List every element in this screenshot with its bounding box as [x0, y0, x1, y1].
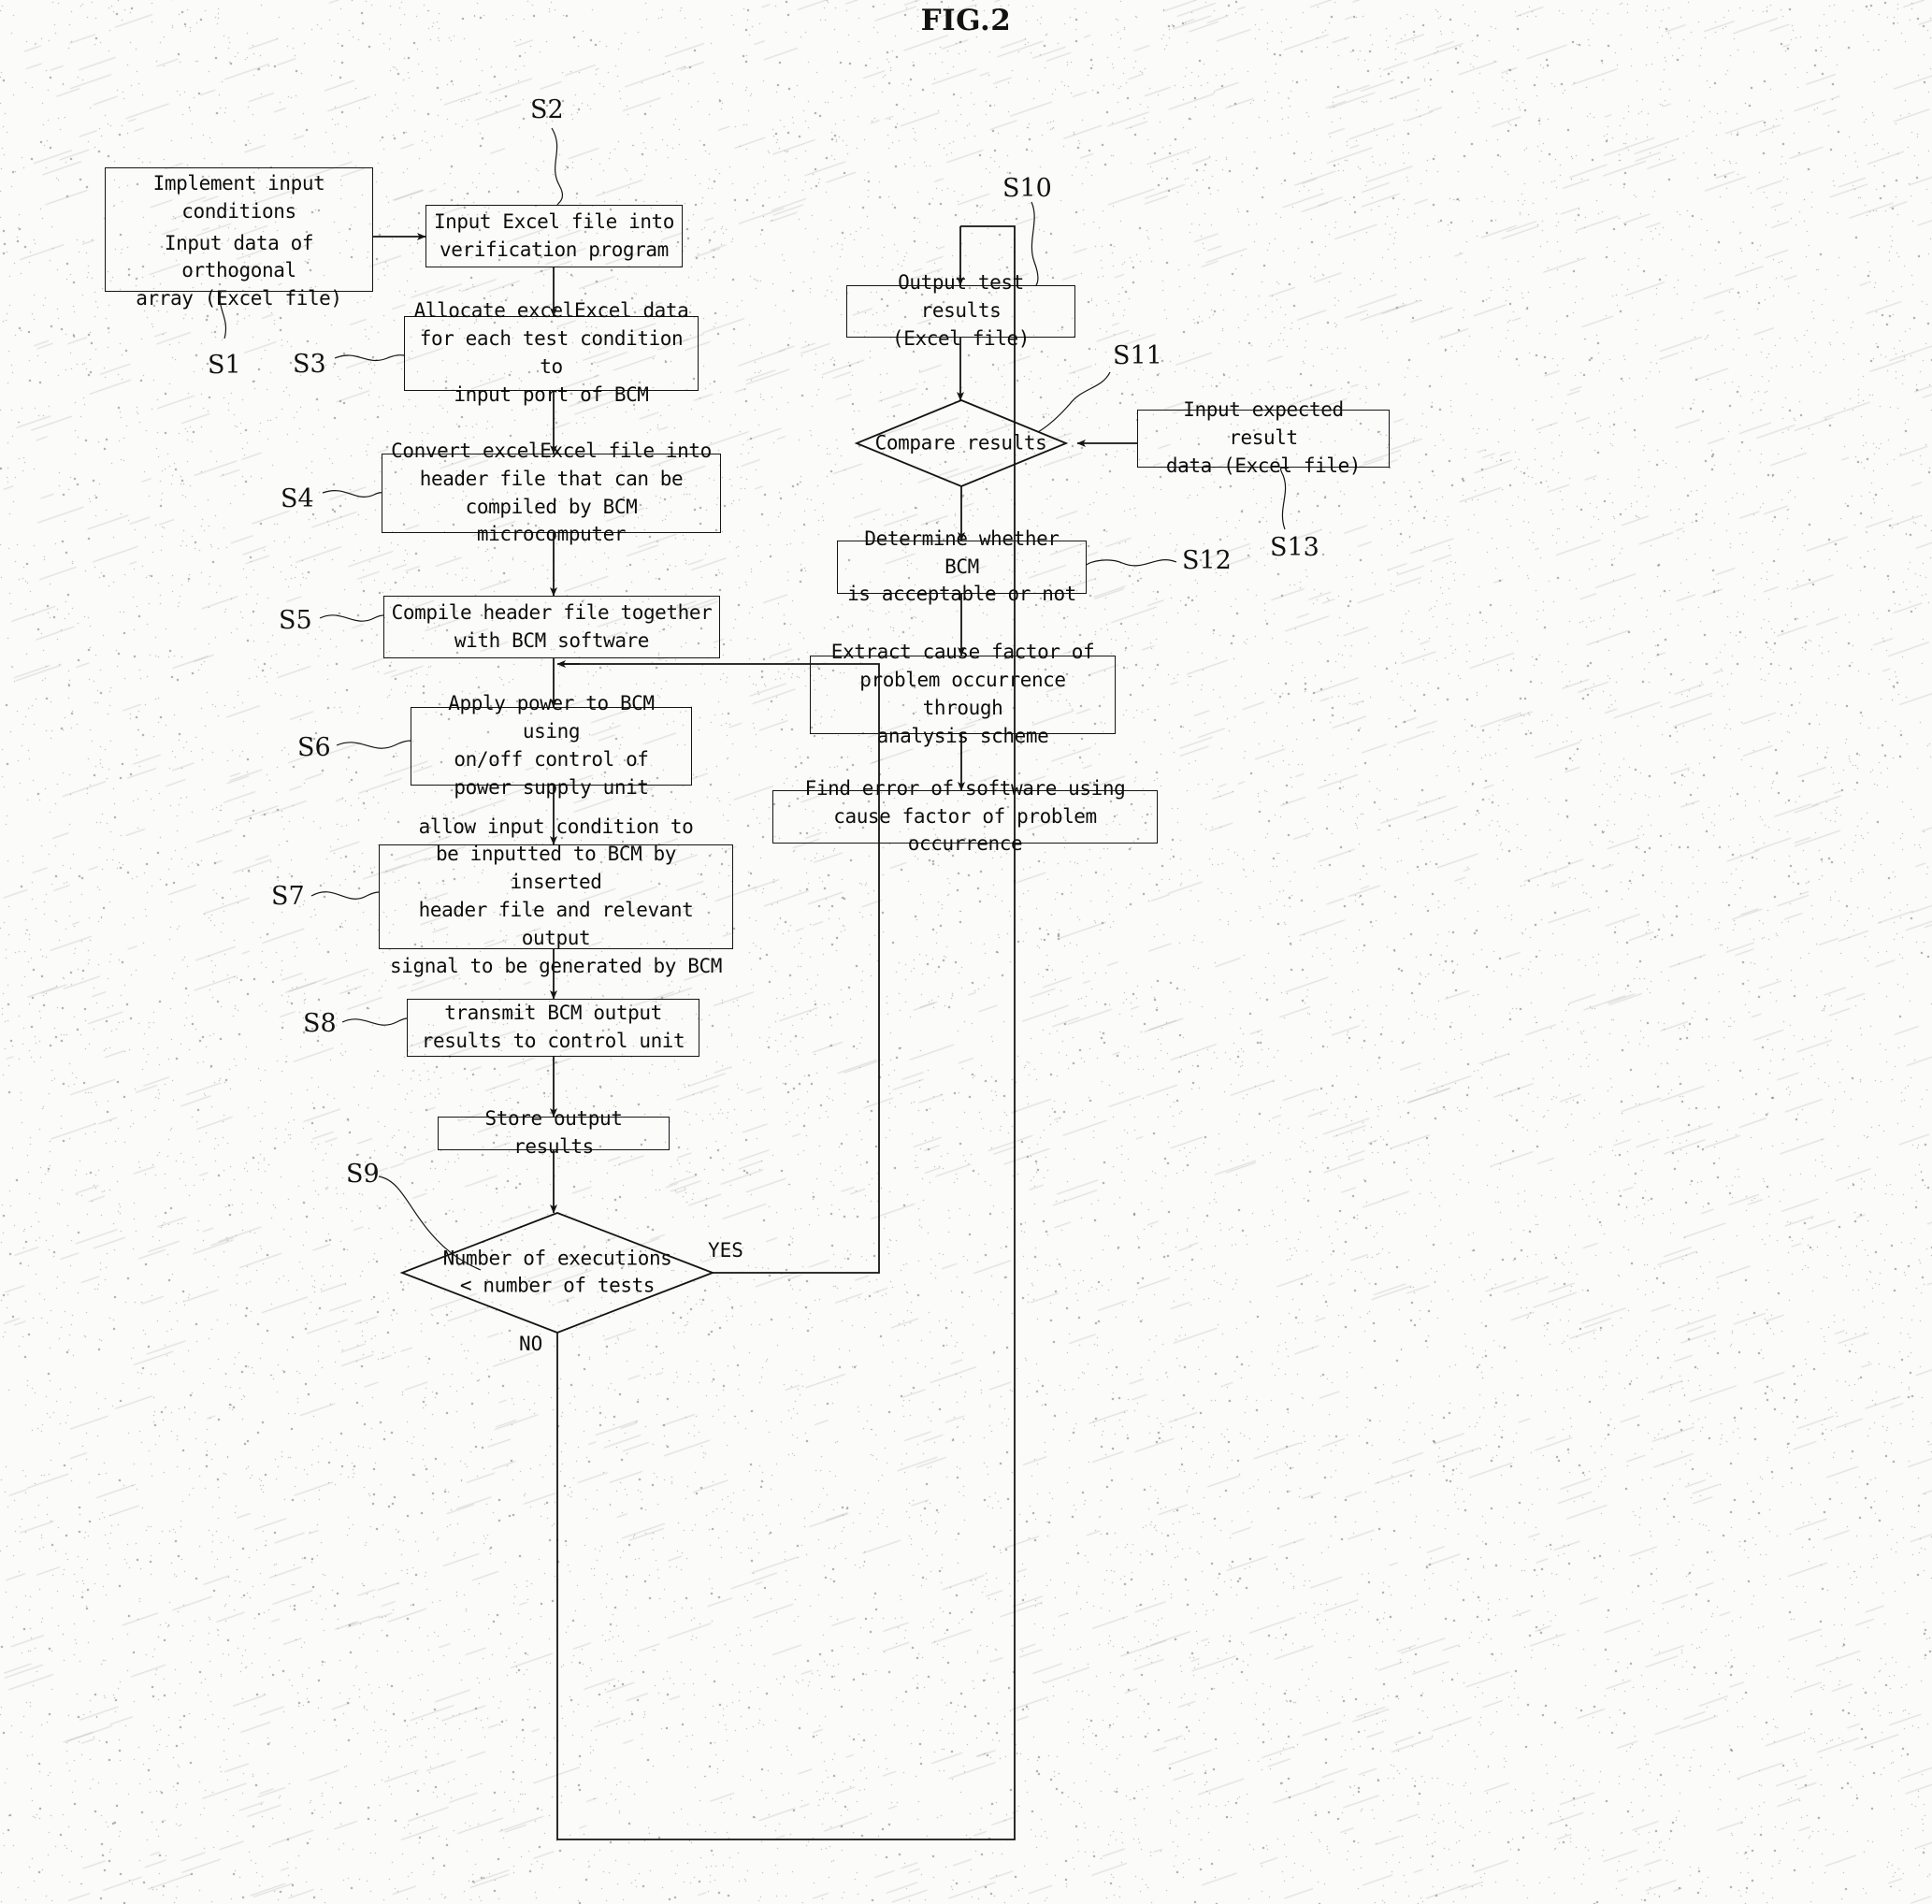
process-box-s1-line-b: Input data of orthogonal array (Excel fi… — [106, 228, 372, 315]
step-label-s2: S2 — [530, 95, 564, 124]
process-box-store-output-results-label: Store output results — [444, 1105, 663, 1161]
process-box-s3-label: Allocate excelExcel data for each test c… — [411, 297, 692, 409]
decision-diamond-s9: Number of executions < number of tests — [402, 1213, 713, 1333]
process-box-s7: allow input condition to be inputted to … — [379, 844, 733, 949]
process-box-s10: Output test results (Excel file) — [846, 285, 1075, 338]
process-box-s1: Implement input conditions Input data of… — [105, 167, 373, 292]
decision-diamond-s9-label: Number of executions < number of tests — [402, 1246, 713, 1301]
process-box-s5: Compile header file together with BCM so… — [383, 596, 720, 658]
step-label-s5: S5 — [279, 606, 312, 635]
process-box-s13: Input expected result data (Excel file) — [1137, 410, 1390, 468]
decision-diamond-s11-label: Compare results — [856, 429, 1066, 456]
step-label-s13: S13 — [1270, 533, 1319, 562]
step-label-s4: S4 — [281, 484, 314, 513]
process-box-s3: Allocate excelExcel data for each test c… — [404, 316, 699, 391]
edge-label-yes: YES — [708, 1239, 743, 1262]
process-box-store-output-results: Store output results — [438, 1117, 670, 1150]
process-box-s2-label: Input Excel file into verification progr… — [434, 209, 674, 265]
flowchart-canvas: Implement input conditions Input data of… — [0, 0, 1932, 1904]
process-box-s1-line-a: Implement input conditions — [150, 168, 329, 228]
process-box-s12: Determine whether BCM is acceptable or n… — [837, 541, 1087, 594]
process-box-s6-label: Apply power to BCM using on/off control … — [417, 690, 685, 801]
step-label-s12: S12 — [1182, 546, 1232, 575]
process-box-s4-label: Convert excelExcel file into header file… — [388, 438, 714, 549]
process-box-s7-label: allow input condition to be inputted to … — [385, 814, 727, 981]
step-label-s8: S8 — [303, 1009, 337, 1038]
process-box-find-error-label: Find error of software using cause facto… — [779, 775, 1151, 858]
process-box-s10-label: Output test results (Excel file) — [853, 269, 1069, 353]
process-box-s8: transmit BCM output results to control u… — [407, 999, 699, 1057]
figure-title: FIG.2 — [0, 4, 1932, 37]
step-label-s9: S9 — [346, 1160, 380, 1189]
process-box-s4: Convert excelExcel file into header file… — [382, 454, 721, 533]
step-label-s7: S7 — [271, 882, 305, 911]
step-label-s10: S10 — [1002, 174, 1052, 203]
process-box-find-error: Find error of software using cause facto… — [772, 790, 1158, 844]
step-label-s1: S1 — [208, 351, 241, 380]
edge-label-no: NO — [519, 1333, 542, 1355]
step-label-s6: S6 — [297, 733, 331, 762]
process-box-s5-label: Compile header file together with BCM so… — [392, 599, 713, 656]
process-box-extract-cause-factor-label: Extract cause factor of problem occurren… — [816, 639, 1109, 750]
process-box-extract-cause-factor: Extract cause factor of problem occurren… — [810, 656, 1116, 734]
process-box-s8-label: transmit BCM output results to control u… — [422, 1000, 685, 1056]
process-box-s12-label: Determine whether BCM is acceptable or n… — [843, 526, 1080, 609]
process-box-s6: Apply power to BCM using on/off control … — [411, 707, 692, 786]
step-label-s3: S3 — [293, 350, 326, 379]
process-box-s13-label: Input expected result data (Excel file) — [1144, 397, 1383, 480]
decision-diamond-s11: Compare results — [856, 400, 1066, 486]
step-label-s11: S11 — [1113, 341, 1162, 370]
process-box-s2: Input Excel file into verification progr… — [425, 205, 683, 267]
